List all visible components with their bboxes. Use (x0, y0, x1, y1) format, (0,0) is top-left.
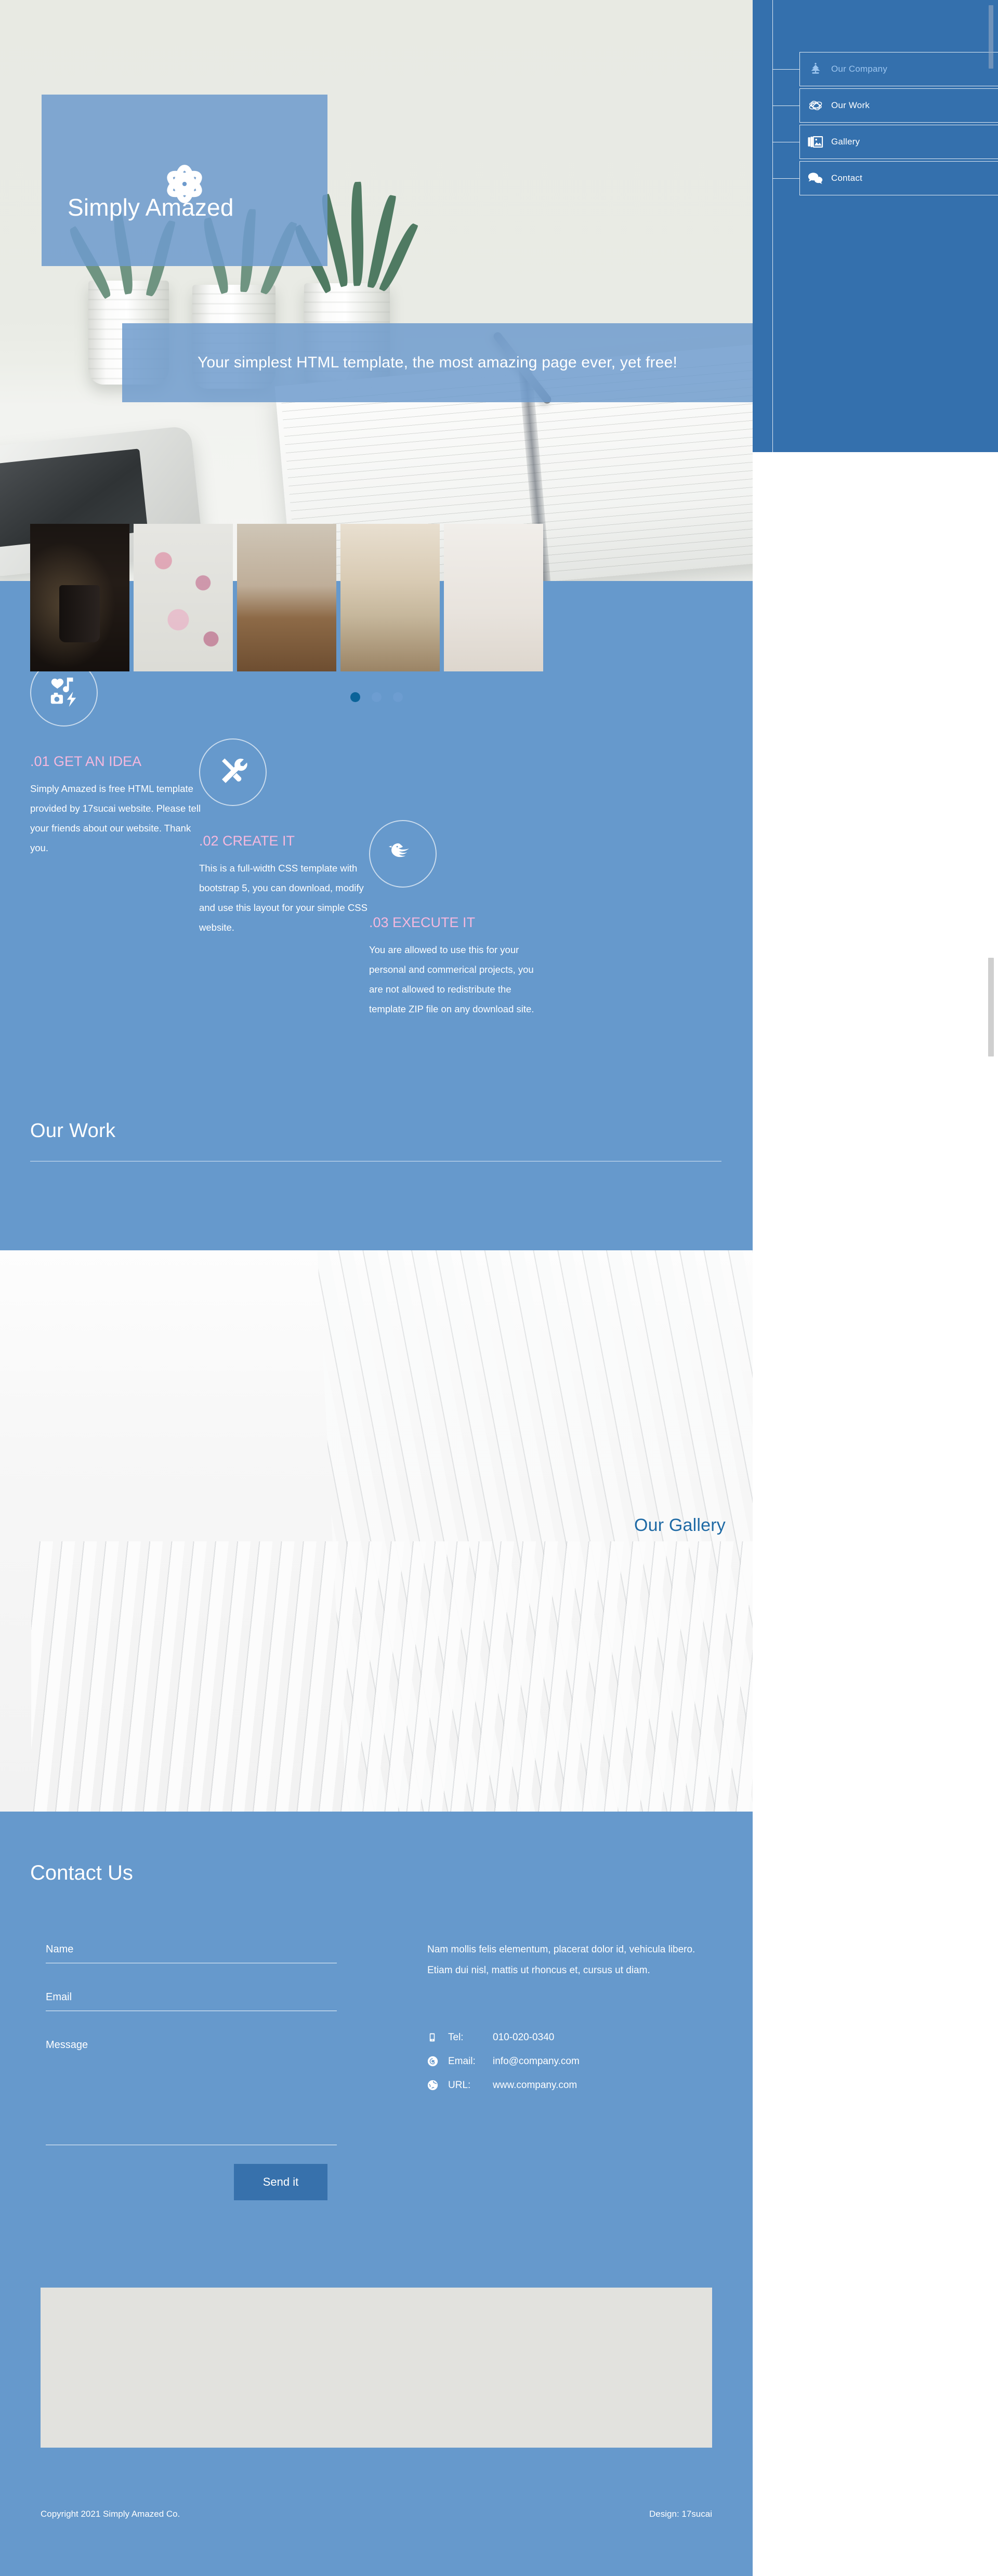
main-content-column: Simply Amazed Your simplest HTML templat… (0, 0, 753, 2576)
contact-detail-tel: Tel: 010-020-0340 (427, 2026, 718, 2050)
name-input[interactable] (46, 1940, 337, 1959)
feature-icon-circle (369, 820, 437, 888)
tools-icon (218, 757, 247, 788)
nav-item-label: Our Company (831, 64, 888, 74)
gallery-slide[interactable] (237, 524, 336, 671)
bird-icon (388, 841, 418, 867)
contact-detail-label: Tel: (448, 2031, 464, 2043)
contact-detail-url: URL: www.company.com (427, 2073, 718, 2097)
chat-bubbles-icon (800, 172, 831, 184)
footer-copyright: Copyright 2021 Simply Amazed Co. (41, 2509, 180, 2519)
side-navigation-panel: Our Company Our Work Gallery Contact (753, 0, 998, 452)
message-field-row (46, 2036, 337, 2145)
nav-item-our-company[interactable]: Our Company (799, 52, 998, 86)
nav-item-contact[interactable]: Contact (799, 161, 998, 195)
contact-detail-label: Email: (448, 2055, 476, 2067)
nav-spine-line (772, 0, 773, 452)
our-work-heading: Our Work (30, 1120, 116, 1142)
footer-inner: Copyright 2021 Simply Amazed Co. Design:… (41, 2509, 712, 2519)
nav-connector-4 (772, 178, 799, 179)
hero-title-panel: Simply Amazed (42, 95, 327, 266)
feature-icon-circle (199, 738, 267, 806)
feature-card-1: .01 GET AN IDEA Simply Amazed is free HT… (30, 659, 209, 858)
gallery-dot-3[interactable] (392, 692, 403, 702)
gallery-section: Our Gallery (0, 1250, 753, 1812)
page-root: Simply Amazed Your simplest HTML templat… (0, 0, 998, 2576)
footer-design-credit[interactable]: Design: 17sucai (649, 2509, 712, 2519)
name-field-row (46, 1940, 337, 1963)
hero-title: Simply Amazed (68, 194, 234, 221)
nav-item-label: Contact (831, 173, 862, 183)
send-it-button[interactable]: Send it (234, 2164, 327, 2200)
hero-section: Simply Amazed Your simplest HTML templat… (0, 0, 753, 581)
contact-lede-text: Nam mollis felis elementum, placerat dol… (427, 1944, 695, 1976)
message-textarea[interactable] (46, 2036, 337, 2138)
nav-item-label: Our Work (831, 100, 870, 110)
email-field-row (46, 1988, 337, 2011)
feature-card-3: .03 EXECUTE IT You are allowed to use th… (369, 820, 548, 1019)
feature-text: Simply Amazed is free HTML template prov… (30, 783, 201, 853)
gallery-slide[interactable] (444, 524, 543, 671)
contact-detail-email: Email: info@company.com (427, 2050, 718, 2073)
contact-detail-value[interactable]: 010-020-0340 (493, 2032, 718, 2043)
globe-icon (427, 2080, 448, 2091)
footer: Copyright 2021 Simply Amazed Co. Design:… (0, 2448, 753, 2576)
our-work-block: Our Work (30, 1120, 721, 1161)
decorative-leaf (350, 181, 365, 286)
gallery-dot-2[interactable] (371, 692, 382, 702)
features-section: .01 GET AN IDEA Simply Amazed is free HT… (0, 581, 753, 1250)
gallery-slide[interactable] (340, 524, 440, 671)
feature-title: .03 EXECUTE IT (369, 915, 476, 930)
feature-text: This is a full-width CSS template with b… (199, 863, 367, 933)
orbit-icon (800, 98, 831, 113)
gallery-slide[interactable] (30, 524, 129, 671)
contact-detail-value[interactable]: www.company.com (493, 2080, 718, 2091)
nav-item-our-work[interactable]: Our Work (799, 88, 998, 123)
mobile-phone-icon (427, 2032, 448, 2042)
feature-text: You are allowed to use this for your per… (369, 944, 534, 1014)
gallery-heading: Our Gallery (634, 1515, 726, 1535)
contact-details-list: Tel: 010-020-0340 Email: info@company.co… (427, 2026, 718, 2097)
nav-scrollbar-thumb[interactable] (989, 5, 993, 69)
images-icon (800, 136, 831, 148)
page-scrollbar-track[interactable] (988, 0, 998, 2576)
nav-item-gallery[interactable]: Gallery (799, 125, 998, 159)
gallery-slide[interactable] (134, 524, 233, 671)
feature-card-2: .02 CREATE IT This is a full-width CSS t… (199, 738, 378, 937)
gallery-pagination[interactable] (0, 692, 753, 702)
hero-background-photo (0, 0, 753, 581)
contact-heading: Contact Us (30, 1861, 133, 1884)
contact-detail-value[interactable]: info@company.com (493, 2056, 718, 2067)
feature-title: .01 GET AN IDEA (30, 754, 142, 769)
map-placeholder[interactable] (41, 2288, 712, 2448)
company-tree-icon (800, 62, 831, 76)
nav-connector-1 (772, 69, 799, 70)
contact-form (46, 1940, 337, 2145)
nav-connector-2 (772, 105, 799, 106)
contact-info-column: Nam mollis felis elementum, placerat dol… (427, 1939, 718, 2097)
contact-section: Contact Us Send it Nam mollis felis elem… (0, 1812, 753, 2448)
page-scrollbar-thumb[interactable] (988, 958, 994, 1056)
nav-item-label: Gallery (831, 137, 860, 147)
at-sign-icon (427, 2056, 448, 2067)
gallery-carousel[interactable] (30, 524, 543, 671)
hero-tagline-panel: Your simplest HTML template, the most am… (122, 323, 753, 402)
gallery-dot-1[interactable] (350, 692, 360, 702)
contact-detail-label: URL: (448, 2079, 471, 2091)
hero-tagline: Your simplest HTML template, the most am… (197, 354, 678, 371)
decorative-fan-bottom (31, 1541, 753, 1812)
feature-title: .02 CREATE IT (199, 833, 295, 849)
email-input[interactable] (46, 1988, 337, 2006)
